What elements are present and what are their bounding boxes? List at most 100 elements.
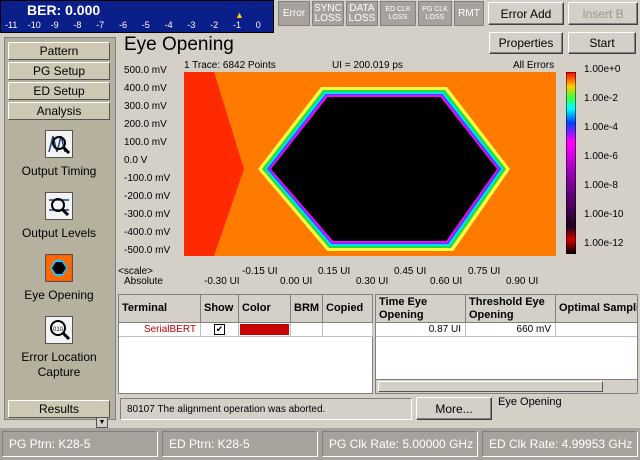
colorbar-label: 1.00e+0 — [584, 64, 621, 75]
ed-clock-status: ED Clk Rate: 4.99953 GHz — [482, 431, 638, 457]
absolute-caption: Absolute — [124, 276, 163, 287]
eye-diagram-canvas — [184, 72, 556, 256]
top-toolbar: BER: 0.000 -11 -10 -9 -8 -7 -6 -5 -4 -3 -2 -1 0 ▲ Er… — [0, 0, 640, 33]
start-button[interactable]: Start — [568, 32, 636, 54]
analysis-output-timing[interactable]: Output Timing — [8, 130, 110, 179]
y-tick-label: 300.0 mV — [124, 101, 167, 112]
col-terminal[interactable]: Terminal — [119, 295, 201, 323]
nav-results[interactable]: Results — [8, 400, 110, 418]
col-threshold-eye-opening[interactable]: Threshold Eye Opening — [466, 295, 556, 323]
analysis-output-levels-label: Output Levels — [21, 226, 97, 240]
insert-button[interactable]: Insert B — [568, 2, 638, 25]
y-tick-label: 100.0 mV — [124, 137, 167, 148]
terminal-cell[interactable]: SerialBERT — [119, 323, 201, 337]
message-box: 80107 The alignment operation was aborte… — [120, 398, 412, 420]
y-tick-label: -500.0 mV — [124, 245, 171, 256]
pg-pattern-status: PG Ptrn: K28-5 — [2, 431, 158, 457]
absolute-tick-label: 0.60 UI — [430, 276, 463, 287]
col-show[interactable]: Show — [201, 295, 239, 323]
absolute-tick-label: 0.90 UI — [506, 276, 539, 287]
ed-clk-loss-indicator: ED CLK LOSS — [380, 1, 416, 26]
ber-marker: ▲ — [235, 10, 244, 20]
eye-results-table: Time Eye Opening Threshold Eye Opening O… — [375, 294, 638, 394]
nav-ed-setup[interactable]: ED Setup — [8, 82, 110, 100]
scrollbar-thumb[interactable] — [378, 381, 603, 392]
y-tick-label: -100.0 mV — [124, 173, 171, 184]
eye-diagram-plot: 1 Trace: 6842 Points UI = 200.019 ps All… — [118, 60, 638, 290]
y-tick-label: 200.0 mV — [124, 119, 167, 130]
ber-tick: -10 — [27, 20, 41, 30]
ber-scale: -11 -10 -9 -8 -7 -6 -5 -4 -3 -2 -1 0 ▲ — [1, 10, 273, 32]
svg-text:010: 010 — [53, 327, 64, 333]
colorbar-label: 1.00e-6 — [584, 151, 618, 162]
scale-tick-label: 0.15 UI — [318, 266, 351, 277]
ber-tick: -11 — [5, 20, 18, 30]
color-swatch — [240, 324, 289, 335]
ed-pattern-status: ED Ptrn: K28-5 — [162, 431, 318, 457]
colorbar-label: 1.00e-2 — [584, 93, 618, 104]
colorbar — [566, 72, 576, 254]
error-add-button[interactable]: Error Add — [488, 2, 564, 25]
ber-tick: -3 — [187, 20, 196, 30]
analysis-eye-opening[interactable]: Eye Opening — [8, 254, 110, 303]
nav-analysis[interactable]: Analysis — [8, 102, 110, 120]
col-color[interactable]: Color — [239, 295, 291, 323]
col-brm[interactable]: BRM — [291, 295, 323, 323]
col-time-eye-opening[interactable]: Time Eye Opening — [376, 295, 466, 323]
colorbar-label: 1.00e-12 — [584, 238, 624, 249]
trace-info: 1 Trace: 6842 Points — [184, 60, 276, 71]
pg-clock-status: PG Clk Rate: 5.00000 GHz — [322, 431, 478, 457]
analysis-panel: Output Timing Output Levels Eye Opening … — [8, 124, 110, 404]
color-cell[interactable] — [239, 323, 291, 337]
time-eye-value: 0.87 UI — [376, 323, 466, 337]
ber-tick: 0 — [255, 20, 261, 30]
col-copied[interactable]: Copied — [323, 295, 373, 323]
brm-cell — [291, 323, 323, 337]
y-tick-label: 500.0 mV — [124, 65, 167, 76]
threshold-eye-value: 660 mV — [466, 323, 556, 337]
show-checkmark: ✔ — [214, 324, 225, 335]
ber-value: BER: 0.000 — [27, 2, 101, 18]
ber-tick: -5 — [141, 20, 150, 30]
output-timing-icon — [45, 130, 73, 158]
y-tick-label: -200.0 mV — [124, 191, 171, 202]
ber-tick: -4 — [164, 20, 173, 30]
ber-tick: -2 — [210, 20, 219, 30]
terminal-table: Terminal Show Color BRM Copied SerialBER… — [118, 294, 373, 394]
absolute-tick-label: 0.30 UI — [356, 276, 389, 287]
error-indicator: Error — [278, 1, 310, 26]
eye-opening-icon — [45, 254, 73, 282]
y-tick-label: -400.0 mV — [124, 227, 171, 238]
current-view-label: Eye Opening — [498, 396, 562, 408]
copied-cell — [323, 323, 373, 337]
analysis-output-timing-label: Output Timing — [21, 164, 97, 178]
absolute-tick-label: 0.00 UI — [280, 276, 313, 287]
y-tick-label: 0.0 V — [124, 155, 148, 166]
optimal-delay-value — [556, 323, 637, 337]
ber-tick: -1 — [233, 20, 242, 30]
show-checkbox[interactable]: ✔ — [201, 323, 239, 337]
ber-tick: -7 — [96, 20, 105, 30]
nav-pg-setup[interactable]: PG Setup — [8, 62, 110, 80]
col-optimal-sampling-delay[interactable]: Optimal Sampling Delay — [556, 295, 637, 323]
page-title: Eye Opening — [124, 34, 234, 55]
y-tick-label: 400.0 mV — [124, 83, 167, 94]
properties-button[interactable]: Properties — [489, 32, 563, 54]
nav-pattern[interactable]: Pattern — [8, 42, 110, 60]
colorbar-label: 1.00e-10 — [584, 209, 624, 220]
ui-info: UI = 200.019 ps — [332, 60, 403, 71]
left-navigation: Pattern PG Setup ED Setup Analysis Outpu… — [4, 37, 116, 428]
data-loss-indicator: DATA LOSS — [346, 1, 378, 26]
analysis-error-location[interactable]: 010 Error Location Capture — [8, 316, 110, 380]
error-location-icon: 010 — [45, 316, 73, 344]
scale-tick-label: -0.15 UI — [242, 266, 278, 277]
sync-loss-indicator: SYNC LOSS — [312, 1, 344, 26]
pg-clk-loss-indicator: PG CLK LOSS — [418, 1, 452, 26]
analysis-output-levels[interactable]: Output Levels — [8, 192, 110, 241]
ber-display: BER: 0.000 -11 -10 -9 -8 -7 -6 -5 -4 -3 -2 -1 0 ▲ — [0, 0, 274, 33]
scale-tick-label: 0.75 UI — [468, 266, 501, 277]
error-mode: All Errors — [513, 60, 555, 71]
analysis-error-location-label: Error Location Capture — [21, 350, 97, 379]
more-button[interactable]: More... — [416, 397, 492, 420]
table-horizontal-scrollbar[interactable] — [376, 379, 637, 393]
